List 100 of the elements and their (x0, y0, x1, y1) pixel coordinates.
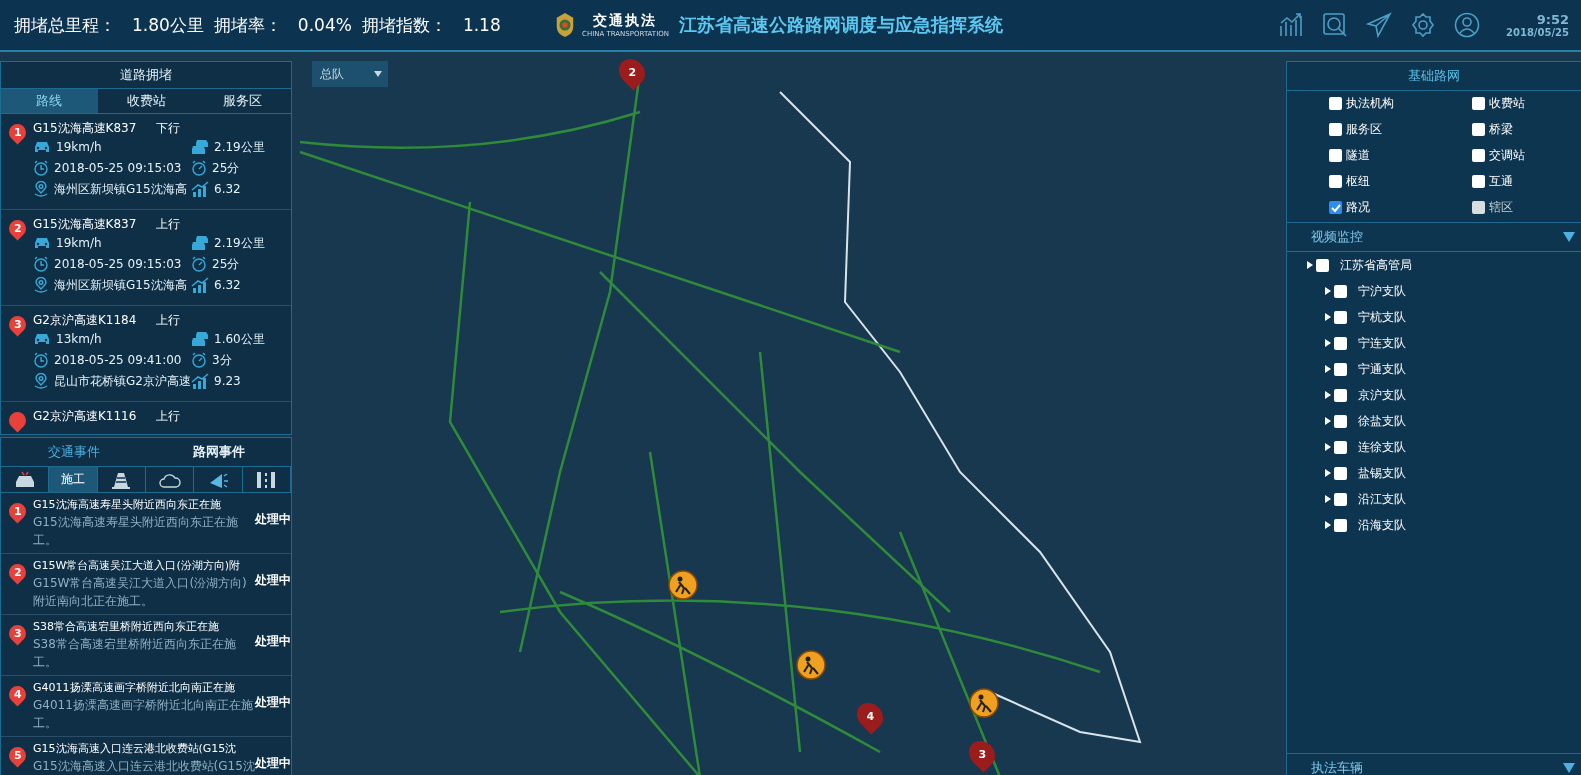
road-name: G15沈海高速K837 (33, 119, 137, 137)
category-tab[interactable]: 施工 (49, 467, 98, 492)
layer-checkbox[interactable]: 互通 (1472, 173, 1581, 190)
speed-value: 19km/h (56, 140, 102, 154)
tree-item[interactable]: 江苏省高管局 (1340, 256, 1412, 274)
stat-value: 0.04% (297, 14, 352, 35)
expand-triangle-icon[interactable] (1325, 313, 1331, 321)
tree-item[interactable]: 连徐支队 (1358, 438, 1406, 456)
tree-item[interactable]: 京沪支队 (1358, 386, 1406, 404)
location-icon (33, 373, 49, 389)
layer-checkbox[interactable]: 枢纽 (1329, 173, 1472, 190)
tree-item[interactable]: 沿海支队 (1358, 516, 1406, 534)
checkbox[interactable] (1334, 362, 1347, 376)
checkbox[interactable] (1472, 175, 1485, 188)
checkbox[interactable] (1334, 518, 1347, 532)
layer-checkbox[interactable]: 桥梁 (1472, 121, 1581, 138)
expand-triangle-icon[interactable] (1325, 521, 1331, 529)
tab[interactable]: 服务区 (194, 89, 291, 113)
timer-icon (191, 352, 207, 368)
layer-checkbox[interactable]: 执法机构 (1329, 95, 1472, 112)
event-title[interactable]: S38常合高速宕里桥附近西向东正在施 (33, 618, 253, 635)
panel-title: 基础路网 (1287, 62, 1581, 91)
checkbox[interactable] (1472, 149, 1485, 162)
checkbox[interactable] (1334, 466, 1347, 480)
tree-item[interactable]: 宁杭支队 (1358, 308, 1406, 326)
checkbox[interactable] (1334, 336, 1347, 350)
checkbox[interactable] (1334, 492, 1347, 506)
event-description: G15沈海高速寿星头附近西向东正在施工。 (33, 514, 239, 549)
tab[interactable]: 路网事件 (146, 438, 291, 466)
event-title[interactable]: G4011扬溧高速画字桥附近北向南正在施 (33, 679, 253, 696)
settings-icon[interactable] (1410, 12, 1437, 38)
location-icon (33, 181, 49, 197)
layer-checkbox[interactable]: 路况 (1329, 199, 1472, 216)
bar-chart-icon (191, 373, 209, 389)
tab[interactable]: 收费站 (97, 89, 195, 113)
checkbox[interactable] (1334, 414, 1347, 428)
expand-triangle-icon[interactable] (1325, 365, 1331, 373)
tree-item[interactable]: 宁通支队 (1358, 360, 1406, 378)
checkbox[interactable] (1329, 123, 1342, 136)
direction-label: 上行 (156, 215, 181, 233)
bar-chart-icon (191, 277, 209, 293)
layer-checkbox[interactable]: 收费站 (1472, 95, 1581, 112)
user-icon[interactable] (1454, 12, 1481, 38)
tree-item[interactable]: 盐锡支队 (1358, 464, 1406, 482)
send-icon[interactable] (1366, 12, 1393, 38)
event-title[interactable]: G15沈海高速入口连云港北收费站(G15沈 (33, 740, 253, 757)
checkbox[interactable] (1329, 97, 1342, 110)
time-value: 2018-05-25 09:41:00 (54, 353, 182, 367)
layer-checkbox[interactable]: 隧道 (1329, 147, 1472, 164)
location-value: 海州区新坝镇G15沈海高 (54, 180, 187, 198)
bar-chart-icon (191, 181, 209, 197)
speed-value: 19km/h (56, 236, 102, 250)
status-label: 处理中 (255, 633, 291, 650)
checkbox[interactable] (1472, 123, 1485, 136)
checkbox[interactable] (1329, 175, 1342, 188)
event-title[interactable]: G15沈海高速寿星头附近西向东正在施 (33, 496, 253, 513)
checkbox[interactable] (1334, 284, 1347, 298)
checkbox[interactable] (1334, 440, 1347, 454)
tree-item[interactable]: 沿江支队 (1358, 490, 1406, 508)
tab[interactable]: 路线 (1, 89, 98, 113)
layer-checkbox[interactable]: 服务区 (1329, 121, 1472, 138)
chart-icon[interactable] (1278, 12, 1305, 38)
tree-item[interactable]: 宁连支队 (1358, 334, 1406, 352)
location-value: 海州区新坝镇G15沈海高 (54, 276, 187, 294)
checkbox[interactable] (1316, 258, 1329, 272)
tab[interactable]: 交通事件 (1, 438, 146, 466)
checkbox[interactable] (1329, 149, 1342, 162)
stat-value: 1.80公里 (132, 13, 204, 37)
expand-triangle-icon[interactable] (1325, 287, 1331, 295)
expand-triangle-icon[interactable] (1325, 417, 1331, 425)
event-title[interactable]: G15W常台高速吴江大道入口(汾湖方向)附 (33, 557, 253, 574)
checkbox[interactable] (1334, 310, 1347, 324)
clock-icon (33, 160, 49, 176)
status-label: 处理中 (255, 694, 291, 711)
construction-marker-icon[interactable] (796, 650, 826, 680)
expand-triangle-icon[interactable] (1325, 339, 1331, 347)
expand-triangle-icon[interactable] (1325, 391, 1331, 399)
duration-value: 3分 (212, 351, 232, 369)
collapse-triangle-icon[interactable] (1563, 232, 1575, 242)
construction-marker-icon[interactable] (668, 570, 698, 600)
collapse-triangle-icon[interactable] (1563, 763, 1575, 773)
checkbox[interactable] (1472, 97, 1485, 110)
construction-marker-icon[interactable] (969, 688, 999, 718)
tree-item[interactable]: 徐盐支队 (1358, 412, 1406, 430)
clock-time: 9:52 (1536, 12, 1569, 27)
road-name: G15沈海高速K837 (33, 215, 137, 233)
car-icon (33, 332, 51, 346)
expand-triangle-icon[interactable] (1325, 495, 1331, 503)
layer-checkbox[interactable]: 交调站 (1472, 147, 1581, 164)
checkbox[interactable] (1329, 201, 1342, 214)
search-icon[interactable] (1322, 12, 1349, 38)
stat-label: 拥堵总里程： (14, 13, 116, 37)
event-description: G4011扬溧高速画字桥附近北向南正在施工。 (33, 697, 253, 732)
checkbox[interactable] (1334, 388, 1347, 402)
expand-triangle-icon[interactable] (1307, 261, 1313, 269)
direction-label: 上行 (156, 311, 181, 329)
expand-triangle-icon[interactable] (1325, 469, 1331, 477)
group-dropdown[interactable]: 总队 (312, 61, 388, 87)
tree-item[interactable]: 宁沪支队 (1358, 282, 1406, 300)
expand-triangle-icon[interactable] (1325, 443, 1331, 451)
